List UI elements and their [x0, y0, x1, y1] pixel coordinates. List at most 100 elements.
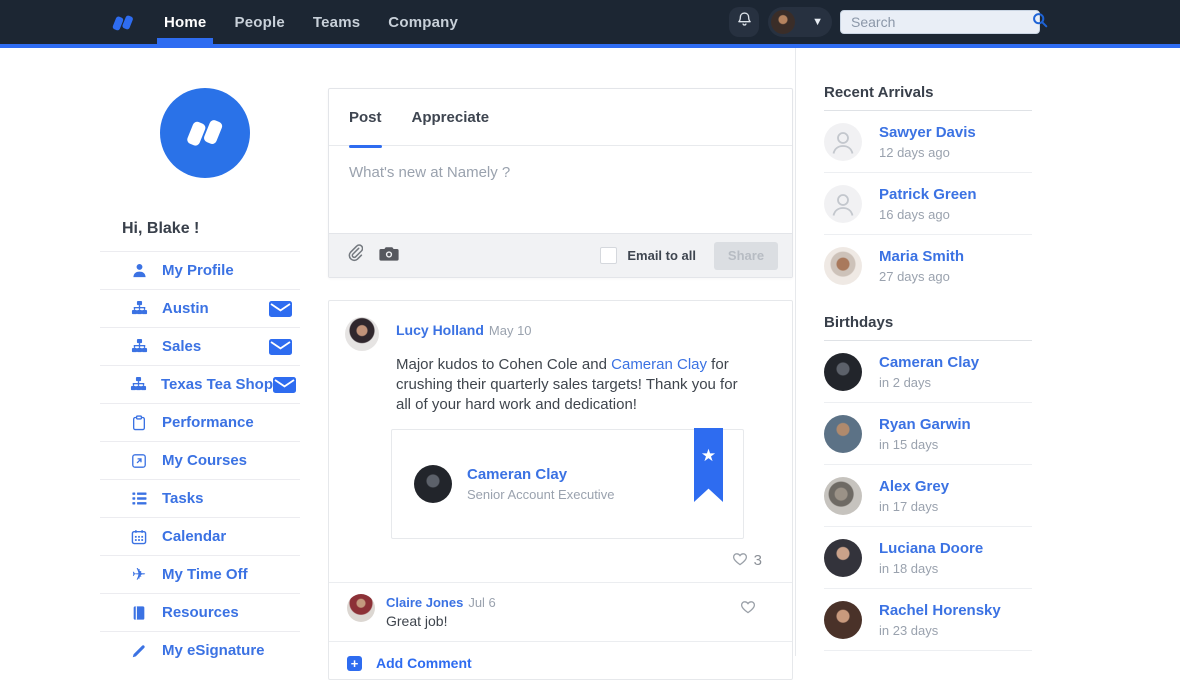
- person-icon: [130, 262, 148, 280]
- user-avatar: [771, 10, 795, 34]
- birthday-row[interactable]: Cameran Clayin 2 days: [824, 341, 1032, 403]
- heart-icon[interactable]: [740, 599, 756, 619]
- sidebar-item-calendar[interactable]: Calendar: [100, 517, 300, 555]
- sidebar-item-my-esignature[interactable]: My eSignature: [100, 631, 300, 669]
- top-nav: Home People Teams Company ▼: [0, 0, 1180, 44]
- sidebar-item-my-time-off[interactable]: ✈ My Time Off: [100, 555, 300, 593]
- search-icon[interactable]: [1032, 12, 1048, 33]
- mail-icon[interactable]: [273, 377, 296, 393]
- appreciation-card[interactable]: Cameran Clay Senior Account Executive ★: [391, 429, 744, 539]
- sidebar-item-label: My Time Off: [162, 566, 248, 583]
- appreciated-user-avatar: [414, 465, 452, 503]
- sidebar-item-resources[interactable]: Resources: [100, 593, 300, 631]
- user-menu[interactable]: ▼: [768, 7, 832, 37]
- add-comment-button[interactable]: + Add Comment: [345, 642, 776, 671]
- person-when: in 17 days: [879, 499, 949, 514]
- person-when: 27 days ago: [879, 269, 964, 284]
- person-link[interactable]: Ryan Garwin: [879, 416, 971, 433]
- right-rail: Recent Arrivals Sawyer Davis12 days ago …: [824, 48, 1032, 651]
- birthday-row[interactable]: Ryan Garwin in 15 days: [824, 403, 1032, 465]
- tab-post[interactable]: Post: [349, 89, 382, 146]
- person-when: 16 days ago: [879, 207, 977, 222]
- arrival-row[interactable]: Maria Smith 27 days ago: [824, 235, 1032, 297]
- composer-input[interactable]: What's new at Namely ?: [329, 146, 792, 199]
- post-author-link[interactable]: Lucy Holland: [396, 322, 484, 338]
- sidebar-item-performance[interactable]: Performance: [100, 403, 300, 441]
- chevron-down-icon: ▼: [812, 17, 823, 28]
- sidebar-item-sales[interactable]: Sales: [100, 327, 300, 365]
- comment-author-avatar[interactable]: [347, 594, 375, 622]
- post-text: Major kudos to Cohen Cole and: [396, 356, 611, 373]
- tasks-icon: [130, 490, 148, 508]
- person-link[interactable]: Maria Smith: [879, 248, 964, 265]
- attachment-icon[interactable]: [347, 244, 363, 267]
- camera-icon[interactable]: [379, 246, 399, 266]
- person-when: in 15 days: [879, 437, 971, 452]
- sidebar-item-label: Texas Tea Shop: [161, 376, 273, 393]
- person-avatar: [824, 353, 862, 391]
- search-input[interactable]: [851, 14, 1032, 30]
- nav-tabs: Home People Teams Company: [164, 0, 458, 44]
- mention-link[interactable]: Cameran Clay: [611, 356, 707, 373]
- org-chart-icon: [130, 300, 148, 318]
- feed-column: Post Appreciate What's new at Namely ? E…: [328, 48, 793, 680]
- sidebar-item-texas-tea-shop[interactable]: Texas Tea Shop: [100, 365, 300, 403]
- person-avatar: [824, 477, 862, 515]
- comment: Claire JonesJul 6 Great job!: [345, 583, 776, 629]
- person-link[interactable]: Cameran Clay: [879, 354, 979, 371]
- birthday-row[interactable]: Luciana Doorein 18 days: [824, 527, 1032, 589]
- post-composer: Post Appreciate What's new at Namely ? E…: [328, 88, 793, 278]
- arrival-row[interactable]: Sawyer Davis12 days ago: [824, 111, 1032, 173]
- mail-icon[interactable]: [269, 339, 292, 355]
- plus-icon: +: [347, 656, 362, 671]
- sidebar-item-label: Sales: [162, 338, 201, 355]
- sidebar-item-label: Austin: [162, 300, 209, 317]
- person-link[interactable]: Patrick Green: [879, 186, 977, 203]
- company-logo[interactable]: [160, 88, 250, 178]
- appreciation-ribbon: ★: [694, 428, 723, 502]
- mail-icon[interactable]: [269, 301, 292, 317]
- comment-date: Jul 6: [468, 595, 495, 610]
- appreciated-user-title: Senior Account Executive: [467, 487, 614, 502]
- birthday-row[interactable]: Rachel Horenskyin 23 days: [824, 589, 1032, 651]
- sidebar-item-tasks[interactable]: Tasks: [100, 479, 300, 517]
- nav-tab-company-label: Company: [388, 14, 458, 31]
- sidebar-item-label: My eSignature: [162, 642, 265, 659]
- nav-tab-teams-label: Teams: [313, 14, 360, 31]
- birthday-row[interactable]: Alex Grey in 17 days: [824, 465, 1032, 527]
- appreciated-user-link[interactable]: Cameran Clay: [467, 466, 614, 483]
- share-button[interactable]: Share: [714, 242, 778, 270]
- person-link[interactable]: Sawyer Davis: [879, 124, 976, 141]
- person-avatar: [824, 415, 862, 453]
- email-to-all-checkbox[interactable]: [600, 247, 617, 264]
- recent-arrivals-title: Recent Arrivals: [824, 84, 1032, 101]
- org-chart-icon: [130, 338, 148, 356]
- nav-tab-teams[interactable]: Teams: [313, 0, 360, 44]
- sidebar-item-my-courses[interactable]: My Courses: [100, 441, 300, 479]
- person-link[interactable]: Alex Grey: [879, 478, 949, 495]
- person-link[interactable]: Luciana Doore: [879, 540, 983, 557]
- placeholder-avatar: [824, 123, 862, 161]
- nav-tab-home[interactable]: Home: [164, 0, 206, 44]
- feed-post: Lucy HollandMay 10 Major kudos to Cohen …: [328, 300, 793, 680]
- star-icon: ★: [701, 446, 716, 502]
- namely-logo-icon[interactable]: [108, 8, 138, 38]
- nav-tab-people[interactable]: People: [234, 0, 284, 44]
- sidebar-item-my-profile[interactable]: My Profile: [100, 251, 300, 289]
- heart-icon[interactable]: [732, 551, 748, 570]
- comment-author-link[interactable]: Claire Jones: [386, 595, 463, 610]
- nav-tab-company[interactable]: Company: [388, 0, 458, 44]
- arrival-row[interactable]: Patrick Green 16 days ago: [824, 173, 1032, 235]
- email-to-all-label: Email to all: [627, 248, 696, 263]
- sidebar-item-label: Resources: [162, 604, 239, 621]
- sidebar-item-austin[interactable]: Austin: [100, 289, 300, 327]
- notifications-button[interactable]: [729, 7, 759, 37]
- birthdays-title: Birthdays: [824, 314, 1032, 331]
- tab-appreciate[interactable]: Appreciate: [412, 89, 490, 146]
- sidebar-menu: My Profile Austin Sales Texas Tea Shop P…: [100, 251, 300, 669]
- sidebar-item-label: My Courses: [162, 452, 247, 469]
- likes-row: 3: [345, 551, 762, 570]
- add-comment-label: Add Comment: [376, 655, 472, 671]
- person-link[interactable]: Rachel Horensky: [879, 602, 1001, 619]
- post-author-avatar[interactable]: [345, 317, 379, 351]
